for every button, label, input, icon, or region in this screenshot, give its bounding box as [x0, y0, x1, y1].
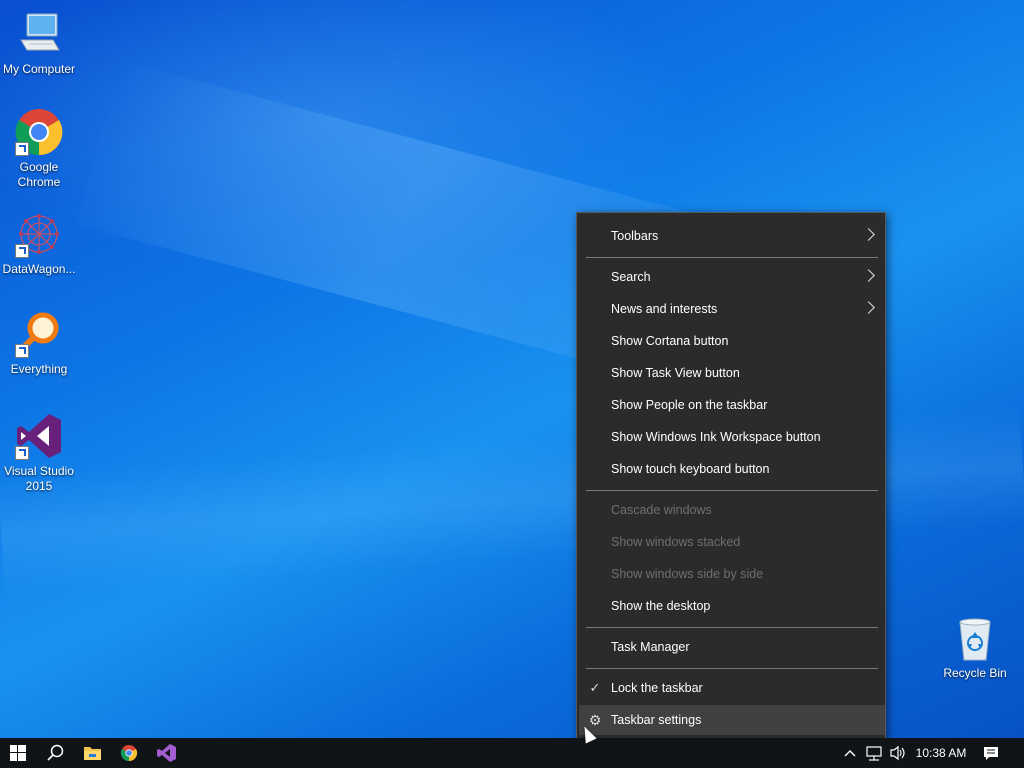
recycle-bin-icon [951, 614, 999, 662]
desktop-icon-visual-studio[interactable]: Visual Studio 2015 [0, 412, 78, 494]
notification-icon [984, 747, 998, 760]
menu-item-show-cortana-button[interactable]: Show Cortana button [579, 326, 885, 356]
menu-item-label: Show Windows Ink Workspace button [611, 430, 821, 444]
menu-item-show-windows-side-by-side: Show windows side by side [579, 559, 885, 589]
chevron-right-icon [862, 301, 875, 314]
desktop[interactable]: My Computer Google Chrome DataWagon... E… [0, 0, 1024, 738]
menu-item-label: Task Manager [611, 640, 690, 654]
desktop-icon-everything[interactable]: Everything [0, 310, 78, 377]
shortcut-arrow-icon [15, 344, 29, 358]
desktop-icon-label: DataWagon... [2, 262, 76, 276]
menu-item-label: Toolbars [611, 229, 659, 243]
taskbar-clock[interactable]: 10:38 AM [910, 738, 972, 768]
taskbar-context-menu: Toolbars Search News and interests Show … [576, 212, 886, 738]
menu-item-taskbar-settings[interactable]: ⚙ Taskbar settings [579, 705, 885, 735]
menu-separator [586, 490, 878, 491]
menu-item-label: News and interests [611, 302, 718, 316]
menu-item-label: Show the desktop [611, 599, 711, 613]
desktop-icon-label: Recycle Bin [943, 666, 1007, 680]
folder-icon [84, 747, 101, 760]
computer-icon [15, 10, 63, 58]
menu-item-label: Show People on the taskbar [611, 398, 768, 412]
menu-item-show-the-desktop[interactable]: Show the desktop [579, 591, 885, 621]
menu-item-task-manager[interactable]: Task Manager [579, 632, 885, 662]
visual-studio-icon [15, 412, 63, 460]
menu-item-cascade-windows: Cascade windows [579, 495, 885, 525]
menu-item-show-task-view-button[interactable]: Show Task View button [579, 358, 885, 388]
windows-logo-icon [10, 745, 26, 761]
shortcut-arrow-icon [15, 244, 29, 258]
menu-item-search[interactable]: Search [579, 262, 885, 292]
menu-item-toolbars[interactable]: Toolbars [579, 221, 885, 251]
search-button[interactable] [37, 738, 73, 768]
menu-item-news-and-interests[interactable]: News and interests [579, 294, 885, 324]
menu-item-label: Search [611, 270, 651, 284]
menu-item-label: Taskbar settings [611, 713, 702, 727]
menu-separator [586, 257, 878, 258]
desktop-icon-google-chrome[interactable]: Google Chrome [0, 108, 78, 190]
volume-button[interactable] [886, 738, 910, 768]
desktop-icon-recycle-bin[interactable]: Recycle Bin [936, 614, 1014, 681]
chrome-icon [15, 108, 63, 156]
menu-item-lock-the-taskbar[interactable]: ✓ Lock the taskbar [579, 673, 885, 703]
show-hidden-icons-button[interactable] [838, 738, 862, 768]
menu-item-label: Show Task View button [611, 366, 740, 380]
search-icon [47, 744, 64, 761]
visual-studio-icon [157, 744, 176, 762]
taskbar-file-explorer[interactable] [74, 738, 110, 768]
desktop-icon-label: Everything [10, 362, 68, 376]
datawagon-icon [15, 210, 63, 258]
show-desktop-button[interactable] [1018, 738, 1024, 768]
menu-item-show-windows-ink[interactable]: Show Windows Ink Workspace button [579, 422, 885, 452]
desktop-icon-datawagon[interactable]: DataWagon... [0, 210, 78, 277]
desktop-icon-label: My Computer [2, 62, 76, 76]
desktop-icon-my-computer[interactable]: My Computer [0, 10, 78, 77]
menu-item-show-people[interactable]: Show People on the taskbar [579, 390, 885, 420]
speaker-icon [890, 745, 905, 761]
menu-item-label: Show windows side by side [611, 567, 764, 581]
taskbar-visual-studio[interactable] [148, 738, 184, 768]
start-button[interactable] [0, 738, 36, 768]
desktop-icon-label: Visual Studio 2015 [4, 464, 74, 493]
shortcut-arrow-icon [15, 142, 29, 156]
menu-separator [586, 627, 878, 628]
desktop-icon-label: Google Chrome [17, 160, 61, 189]
chevron-right-icon [862, 228, 875, 241]
menu-item-label: Cascade windows [611, 503, 712, 517]
menu-item-label: Show touch keyboard button [611, 462, 770, 476]
menu-item-label: Show windows stacked [611, 535, 741, 549]
action-center-button[interactable] [976, 738, 1006, 768]
menu-item-show-touch-keyboard[interactable]: Show touch keyboard button [579, 454, 885, 484]
chrome-icon [120, 745, 138, 762]
chevron-right-icon [862, 269, 875, 282]
menu-separator [586, 668, 878, 669]
chevron-up-icon [844, 750, 856, 757]
magnifier-icon [15, 310, 63, 358]
menu-item-show-windows-stacked: Show windows stacked [579, 527, 885, 557]
menu-item-label: Lock the taskbar [611, 681, 703, 695]
taskbar-chrome[interactable] [111, 738, 147, 768]
checkmark-icon: ✓ [589, 680, 601, 695]
network-button[interactable] [862, 738, 886, 768]
taskbar[interactable]: 10:38 AM [0, 738, 1024, 768]
shortcut-arrow-icon [15, 446, 29, 460]
network-icon [866, 746, 882, 761]
menu-item-label: Show Cortana button [611, 334, 729, 348]
